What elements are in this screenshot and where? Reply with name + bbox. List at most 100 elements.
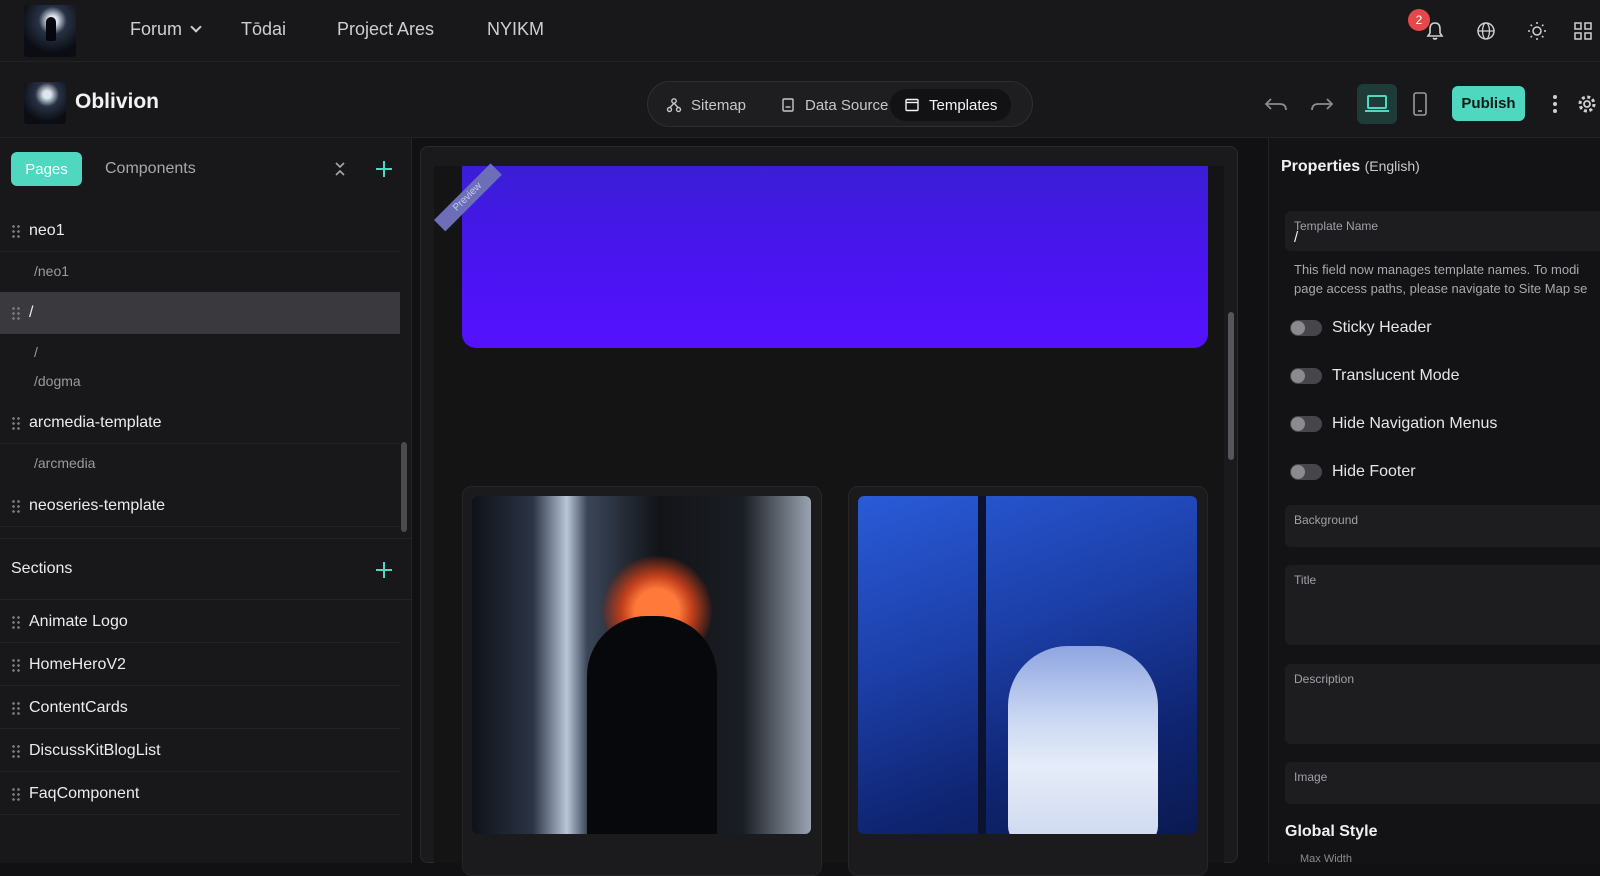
template-name-field[interactable]: Template Name / xyxy=(1285,211,1600,251)
nav-item-todai[interactable]: Tōdai xyxy=(241,19,286,40)
section-item-label: HomeHeroV2 xyxy=(29,655,126,673)
drag-handle-icon[interactable] xyxy=(11,306,21,320)
site-logo[interactable] xyxy=(24,5,76,57)
toggle-switch[interactable] xyxy=(1290,416,1322,432)
global-style-heading: Global Style xyxy=(1285,823,1378,840)
section-item[interactable]: Animate Logo xyxy=(0,601,400,643)
title-label: Title xyxy=(1294,573,1317,587)
section-item[interactable]: DiscussKitBlogList xyxy=(0,730,400,772)
page-path[interactable]: /arcmedia xyxy=(34,455,95,471)
page-item-label: neo1 xyxy=(29,221,65,239)
section-item[interactable]: HomeHeroV2 xyxy=(0,644,400,686)
page-item-neoseries-template[interactable]: neoseries-template xyxy=(0,485,400,527)
title-field[interactable]: Title xyxy=(1285,565,1600,645)
page-item-root[interactable]: / xyxy=(0,292,400,334)
notification-badge: 2 xyxy=(1408,9,1430,31)
section-item[interactable]: ContentCards xyxy=(0,687,400,729)
description-field[interactable]: Description xyxy=(1285,664,1600,744)
publish-button[interactable]: Publish xyxy=(1452,86,1525,121)
image-field[interactable]: Image xyxy=(1285,762,1600,804)
toggle-sticky-header[interactable]: Sticky Header xyxy=(1290,316,1432,340)
background-field[interactable]: Background xyxy=(1285,505,1600,547)
toggle-label: Hide Footer xyxy=(1332,463,1416,480)
add-page-icon[interactable] xyxy=(376,161,392,177)
toggle-hide-navigation-menus[interactable]: Hide Navigation Menus xyxy=(1290,412,1497,436)
max-width-label: Max Width xyxy=(1300,853,1352,865)
help-line: This field now manages template names. T… xyxy=(1294,262,1580,277)
page-item-label: / xyxy=(29,304,34,321)
template-name-help: This field now manages template names. T… xyxy=(1294,260,1600,298)
tab-data-source-label: Data Source xyxy=(805,96,889,114)
desktop-view-button[interactable] xyxy=(1357,84,1397,124)
drag-handle-icon[interactable] xyxy=(11,700,21,715)
pages-scrollbar[interactable] xyxy=(401,442,407,532)
page-item-arcmedia-template[interactable]: arcmedia-template xyxy=(0,402,400,444)
undo-icon[interactable] xyxy=(1259,87,1293,121)
tab-sitemap[interactable]: Sitemap xyxy=(652,89,760,121)
drag-handle-icon[interactable] xyxy=(11,743,21,758)
toggle-hide-footer[interactable]: Hide Footer xyxy=(1290,460,1416,484)
drag-handle-icon[interactable] xyxy=(11,498,21,513)
add-section-icon[interactable] xyxy=(376,562,392,578)
drag-handle-icon[interactable] xyxy=(11,786,21,801)
collapse-all-icon[interactable] xyxy=(323,152,357,186)
toggle-label: Translucent Mode xyxy=(1332,367,1460,384)
phone-icon xyxy=(1413,92,1427,116)
tab-components[interactable]: Components xyxy=(105,160,196,178)
section-item-label: FaqComponent xyxy=(29,784,140,802)
apps-grid-icon[interactable] xyxy=(1566,14,1600,48)
page-item-neo1[interactable]: neo1 xyxy=(0,210,400,252)
data-source-icon xyxy=(782,98,794,112)
templates-icon xyxy=(905,98,919,112)
hero-section[interactable] xyxy=(462,166,1208,348)
card-image xyxy=(472,496,811,834)
redo-icon[interactable] xyxy=(1305,87,1339,121)
chevron-down-icon xyxy=(190,21,202,33)
canvas-scrollbar[interactable] xyxy=(1228,312,1234,460)
laptop-icon xyxy=(1365,95,1389,112)
toggle-label: Hide Navigation Menus xyxy=(1332,415,1498,432)
sitemap-icon xyxy=(666,98,682,113)
image-label: Image xyxy=(1294,770,1328,784)
toggle-translucent-mode[interactable]: Translucent Mode xyxy=(1290,364,1459,388)
properties-language: (English) xyxy=(1364,158,1420,174)
description-label: Description xyxy=(1294,672,1355,686)
nav-item-forum-label: Forum xyxy=(130,19,183,39)
drag-handle-icon[interactable] xyxy=(11,614,21,629)
drag-handle-icon[interactable] xyxy=(11,223,21,238)
card-image xyxy=(858,496,1197,834)
nav-item-forum[interactable]: Forum xyxy=(130,19,202,40)
page-item-label: arcmedia-template xyxy=(29,413,162,431)
nav-item-nyikm[interactable]: NYIKM xyxy=(487,19,544,40)
page-item-label: neoseries-template xyxy=(29,496,166,514)
app-logo xyxy=(24,82,66,124)
template-name-label: Template Name xyxy=(1294,219,1379,233)
section-item-label: ContentCards xyxy=(29,698,128,716)
section-item[interactable]: FaqComponent xyxy=(0,773,400,815)
page-path[interactable]: /neo1 xyxy=(34,263,69,279)
mobile-view-button[interactable] xyxy=(1400,84,1440,124)
template-name-value: / xyxy=(1294,229,1299,246)
properties-title-text: Properties xyxy=(1281,158,1361,175)
top-navigation-bar xyxy=(0,0,1600,62)
globe-icon[interactable] xyxy=(1469,14,1503,48)
toggle-switch[interactable] xyxy=(1290,368,1322,384)
tab-templates[interactable]: Templates xyxy=(890,89,1012,121)
section-item-label: DiscussKitBlogList xyxy=(29,741,161,759)
toggle-switch[interactable] xyxy=(1290,320,1322,336)
tab-templates-label: Templates xyxy=(929,96,998,114)
tab-pages[interactable]: Pages xyxy=(11,152,82,186)
theme-sun-icon[interactable] xyxy=(1520,14,1554,48)
drag-handle-icon[interactable] xyxy=(11,415,21,430)
properties-title: Properties (English) xyxy=(1281,158,1420,176)
sections-title: Sections xyxy=(11,560,73,577)
tab-data-source[interactable]: Data Source xyxy=(766,89,902,121)
toggle-switch[interactable] xyxy=(1290,464,1322,480)
page-path[interactable]: / xyxy=(34,344,38,360)
drag-handle-icon[interactable] xyxy=(11,657,21,672)
more-options-icon[interactable] xyxy=(1538,87,1572,121)
page-path[interactable]: /dogma xyxy=(34,373,81,389)
tab-sitemap-label: Sitemap xyxy=(691,96,747,114)
nav-item-project-ares[interactable]: Project Ares xyxy=(337,19,434,40)
settings-gear-icon[interactable] xyxy=(1576,87,1598,121)
